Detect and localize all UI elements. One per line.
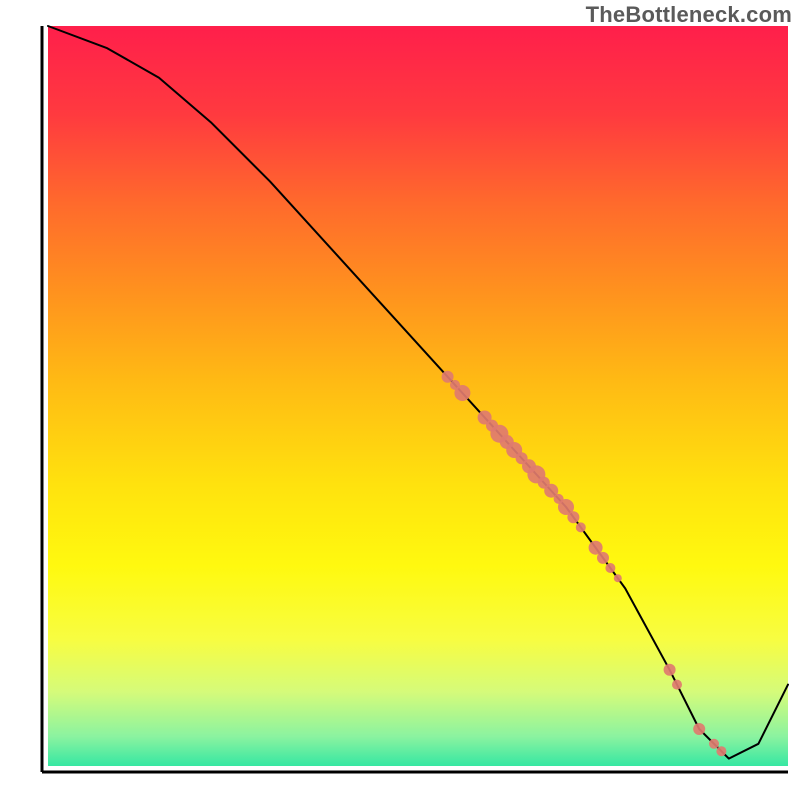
marker-dot	[442, 371, 454, 383]
marker-dot	[664, 664, 676, 676]
plot-background	[48, 26, 788, 766]
marker-dot	[672, 680, 682, 690]
marker-dot	[716, 746, 726, 756]
marker-dot	[693, 723, 705, 735]
marker-dot	[614, 574, 622, 582]
marker-dot	[567, 511, 579, 523]
marker-dot	[454, 385, 470, 401]
marker-dot	[709, 739, 719, 749]
marker-dot	[605, 563, 615, 573]
marker-dot	[597, 552, 609, 564]
chart-svg	[0, 0, 800, 800]
chart-container: TheBottleneck.com	[0, 0, 800, 800]
marker-dot	[576, 522, 586, 532]
watermark-label: TheBottleneck.com	[586, 2, 792, 28]
